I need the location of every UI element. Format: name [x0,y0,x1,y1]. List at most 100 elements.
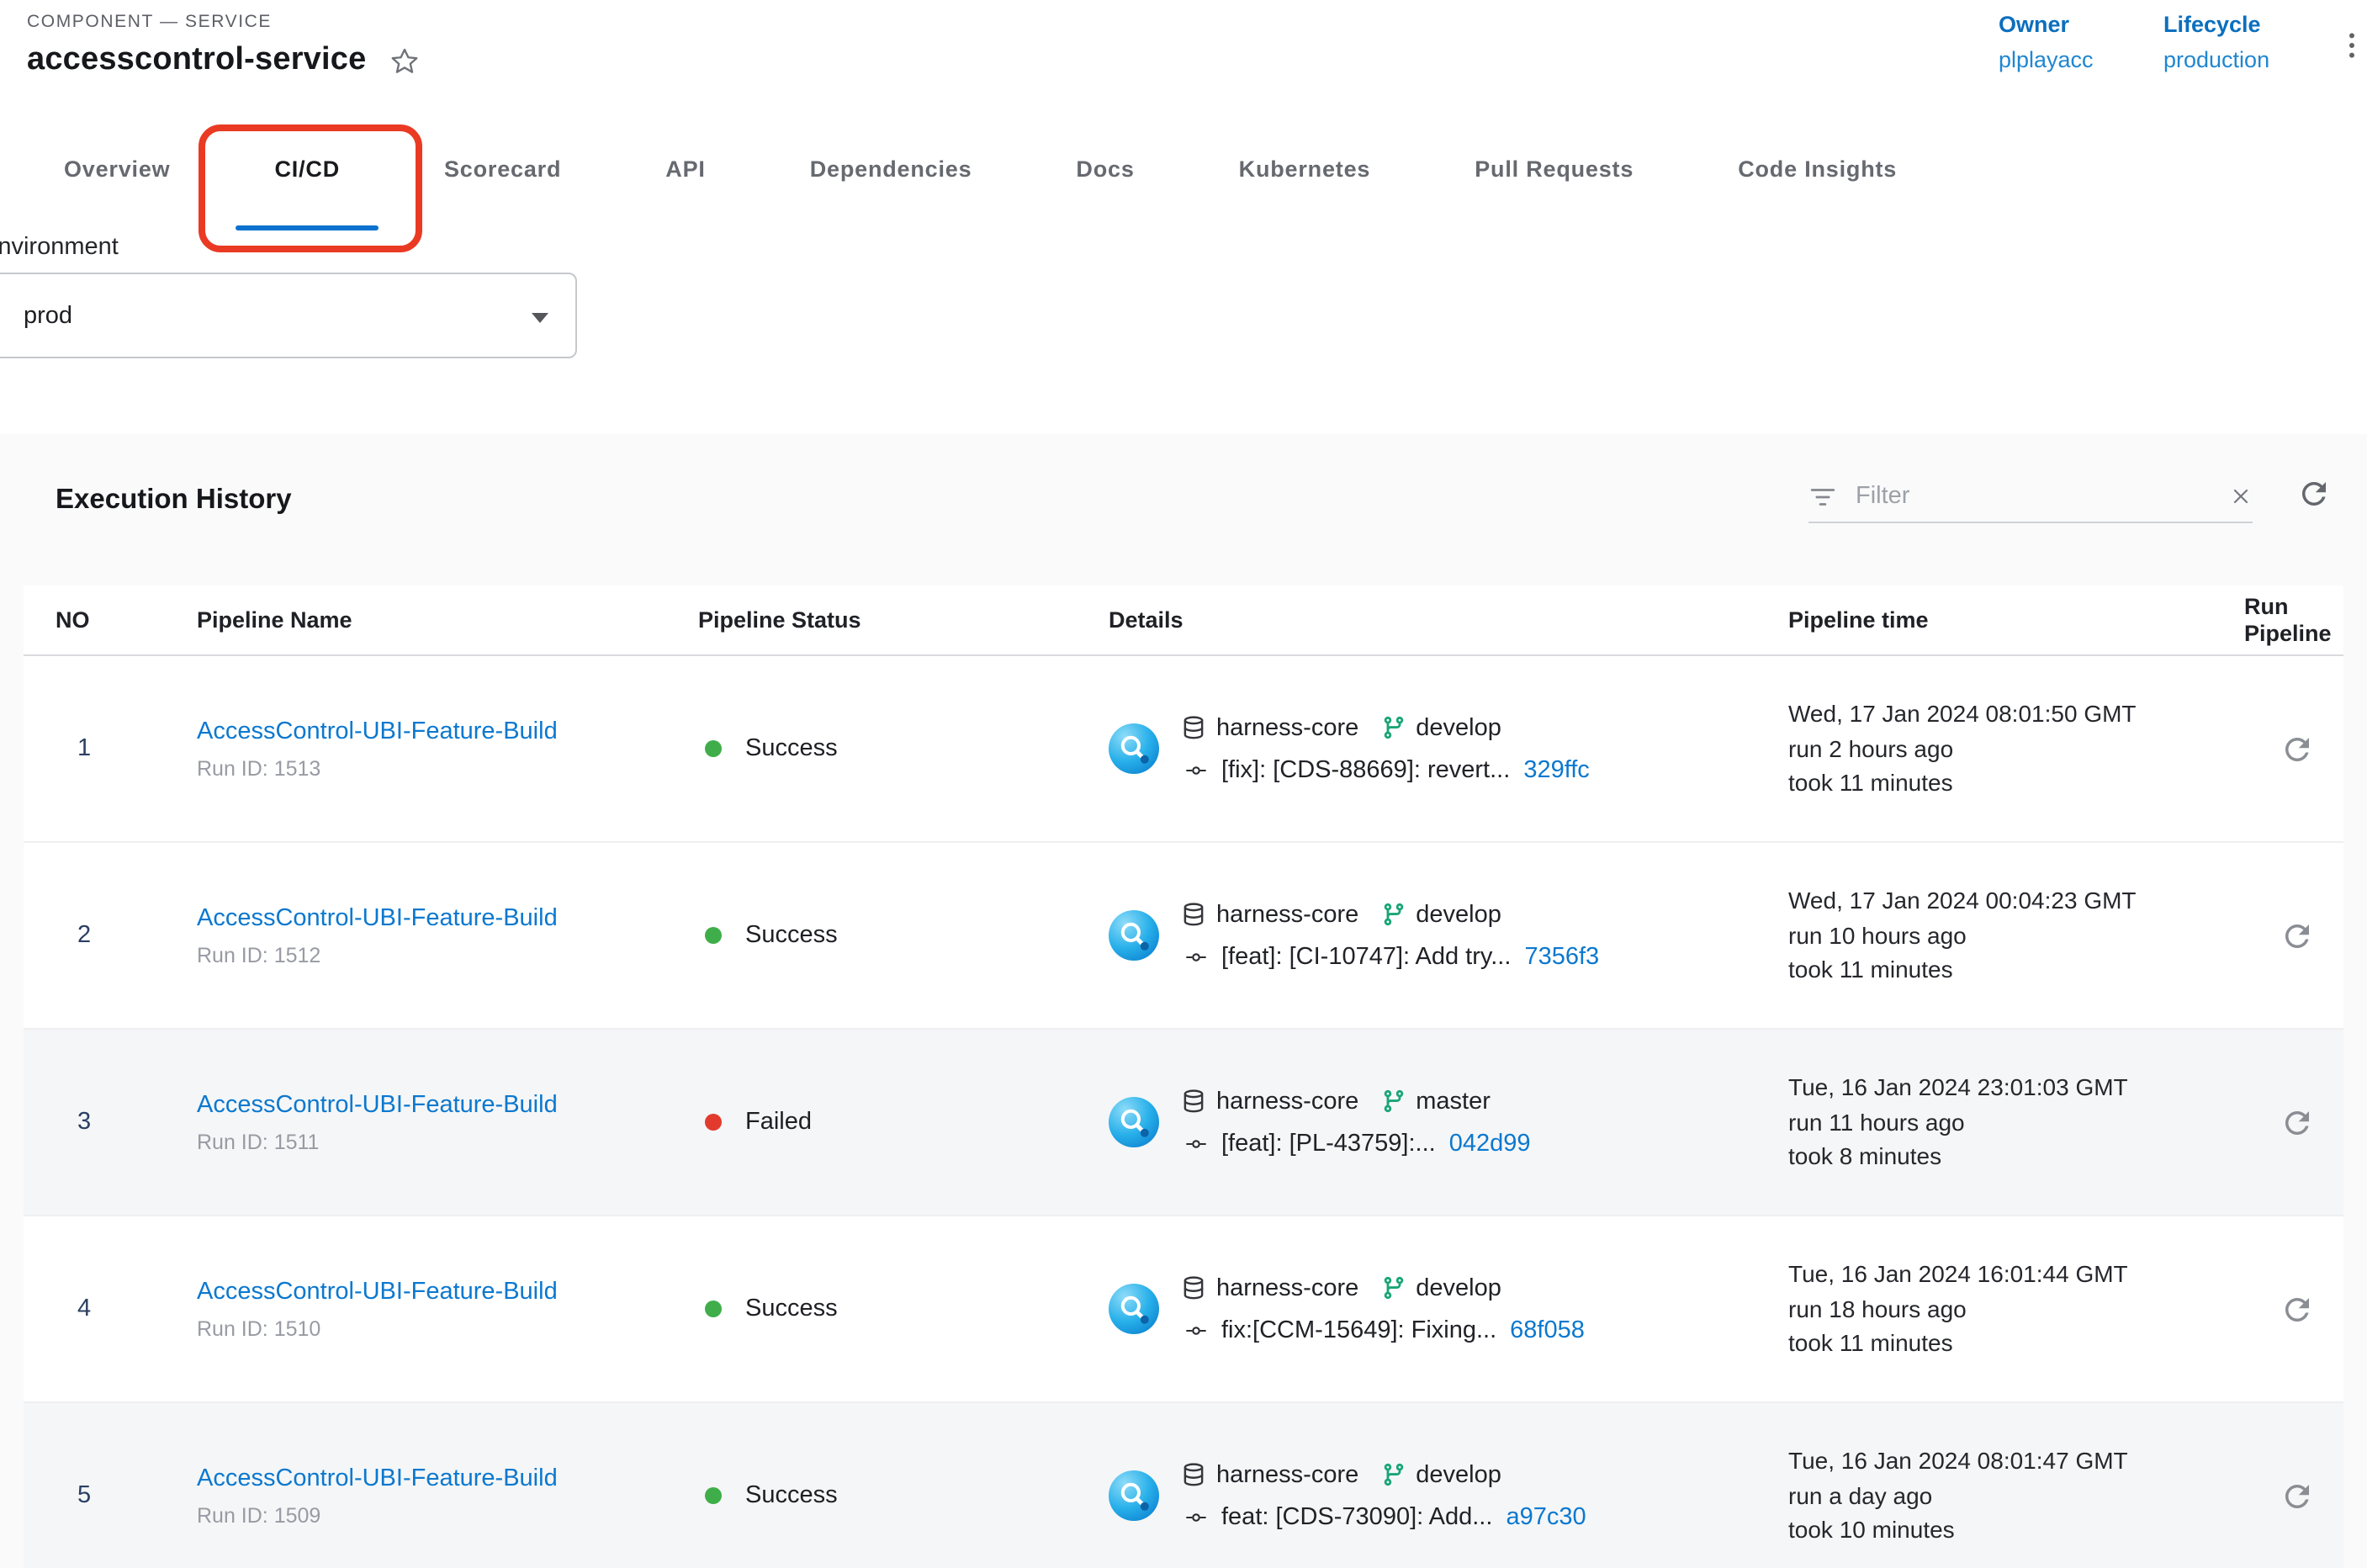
pipeline-time-date: Wed, 17 Jan 2024 08:01:50 GMT [1788,697,2244,732]
tab-pull-requests[interactable]: Pull Requests [1422,106,1686,230]
chevron-down-icon [532,313,548,323]
lifecycle-value: production [2163,47,2269,72]
owner-value-link[interactable]: plplayacc [1999,47,2094,72]
repo-name: harness-core [1216,1088,1358,1115]
pipeline-name-link[interactable]: AccessControl-UBI-Feature-Build [197,1278,698,1305]
lifecycle-block: Lifecycle production [2163,12,2269,72]
rerun-icon [2279,1478,2314,1513]
run-pipeline-button[interactable] [2268,1094,2325,1151]
status-dot [705,1114,722,1131]
pipeline-execution-icon [1109,1284,1159,1334]
pipeline-time-date: Tue, 16 Jan 2024 16:01:44 GMT [1788,1258,2244,1292]
git-commit-icon [1181,1505,1211,1528]
run-id: Run ID: 1510 [197,1316,698,1340]
commit-sha-link[interactable]: 329ffc [1523,756,1590,783]
run-pipeline-button[interactable] [2268,907,2325,964]
git-commit-icon [1181,945,1211,968]
table-row: 5 AccessControl-UBI-Feature-Build Run ID… [24,1403,2343,1568]
pipeline-name-link[interactable]: AccessControl-UBI-Feature-Build [197,718,698,744]
pipeline-execution-icon [1109,910,1159,961]
commit-message: feat: [CDS-73090]: Add... [1221,1503,1492,1530]
commit-sha-link[interactable]: a97c30 [1506,1503,1586,1530]
column-header-details: Details [1109,607,1788,633]
pipeline-time-ago: run 10 hours ago [1788,919,2244,953]
repo-icon [1181,715,1206,740]
favorite-star-icon[interactable] [388,45,420,77]
repo-name: harness-core [1216,1461,1358,1488]
pipeline-time-ago: run 18 hours ago [1788,1292,2244,1327]
tab-scorecard[interactable]: Scorecard [392,106,613,230]
commit-sha-link[interactable]: 68f058 [1510,1316,1585,1343]
pipeline-time-duration: took 11 minutes [1788,1327,2244,1361]
annotation-highlight-box [199,124,423,252]
pipeline-execution-icon [1109,1097,1159,1147]
pipeline-execution-icon [1109,723,1159,774]
branch-name: develop [1416,901,1501,928]
run-pipeline-button[interactable] [2268,1280,2325,1338]
refresh-button[interactable] [2296,476,2332,511]
environment-label: Environment [0,234,119,261]
git-branch-icon [1380,902,1406,927]
tab-api[interactable]: API [613,106,757,230]
git-branch-icon [1380,715,1406,740]
execution-history-panel: Execution History NO Pipeline Name Pipel… [0,434,2367,1568]
commit-sha-link[interactable]: 7356f3 [1524,943,1599,970]
git-commit-icon [1181,1131,1211,1155]
git-commit-icon [1181,1318,1211,1342]
run-id: Run ID: 1511 [197,1130,698,1153]
column-header-pipeline-time: Pipeline time [1788,607,2244,633]
pipeline-execution-icon [1109,1470,1159,1521]
pipeline-time: Tue, 16 Jan 2024 16:01:44 GMT run 18 hou… [1788,1258,2244,1361]
tab-docs[interactable]: Docs [1024,106,1186,230]
run-pipeline-button[interactable] [2268,1467,2325,1524]
commit-sha-link[interactable]: 042d99 [1449,1130,1531,1157]
pipeline-time: Tue, 16 Jan 2024 23:01:03 GMT run 11 hou… [1788,1071,2244,1174]
run-pipeline-button[interactable] [2268,720,2325,777]
tab-dependencies[interactable]: Dependencies [758,106,1025,230]
breadcrumb: COMPONENT — SERVICE [27,12,272,32]
filter-input[interactable] [1852,481,2214,511]
pipeline-time-ago: run a day ago [1788,1479,2244,1513]
section-title: Execution History [56,485,292,516]
pipeline-name-link[interactable]: AccessControl-UBI-Feature-Build [197,1091,698,1118]
clear-filter-button[interactable] [2229,485,2253,508]
pipeline-time-duration: took 11 minutes [1788,953,2244,988]
kebab-menu-icon[interactable] [2335,29,2367,71]
tab-cicd[interactable]: CI/CD [223,106,393,230]
owner-label: Owner [1999,12,2094,37]
branch-name: develop [1416,1461,1501,1488]
repo-name: harness-core [1216,1274,1358,1301]
pipeline-time-duration: took 10 minutes [1788,1513,2244,1548]
run-id: Run ID: 1513 [197,756,698,780]
pipeline-name-link[interactable]: AccessControl-UBI-Feature-Build [197,904,698,931]
tab-kubernetes[interactable]: Kubernetes [1187,106,1423,230]
status-text: Success [745,735,838,762]
pipeline-time: Wed, 17 Jan 2024 08:01:50 GMT run 2 hour… [1788,697,2244,801]
owner-block: Owner plplayacc [1999,12,2094,72]
repo-icon [1181,1089,1206,1114]
tab-overview[interactable]: Overview [12,106,223,230]
pipeline-time-duration: took 11 minutes [1788,766,2244,801]
row-number: 5 [56,1482,91,1509]
environment-selected-value: prod [24,302,72,329]
repo-icon [1181,1275,1206,1300]
repo-icon [1181,1462,1206,1487]
page-header: COMPONENT — SERVICE accesscontrol-servic… [0,0,2367,108]
table-row: 3 AccessControl-UBI-Feature-Build Run ID… [24,1030,2343,1216]
commit-message: fix:[CCM-15649]: Fixing... [1221,1316,1496,1343]
repo-name: harness-core [1216,901,1358,928]
lifecycle-label: Lifecycle [2163,12,2269,37]
pipeline-time-date: Tue, 16 Jan 2024 08:01:47 GMT [1788,1444,2244,1479]
rerun-icon [2279,1104,2314,1140]
filter-funnel-icon [1808,482,1837,511]
repo-icon [1181,902,1206,927]
run-id: Run ID: 1509 [197,1503,698,1527]
table-body: 1 AccessControl-UBI-Feature-Build Run ID… [24,656,2343,1568]
tab-code-insights[interactable]: Code Insights [1686,106,1949,230]
pipeline-name-link[interactable]: AccessControl-UBI-Feature-Build [197,1465,698,1491]
status-text: Failed [745,1109,812,1136]
pipeline-time-ago: run 11 hours ago [1788,1105,2244,1140]
environment-select[interactable]: prod [0,273,577,358]
execution-table: NO Pipeline Name Pipeline Status Details… [24,585,2343,1568]
git-branch-icon [1380,1462,1406,1487]
